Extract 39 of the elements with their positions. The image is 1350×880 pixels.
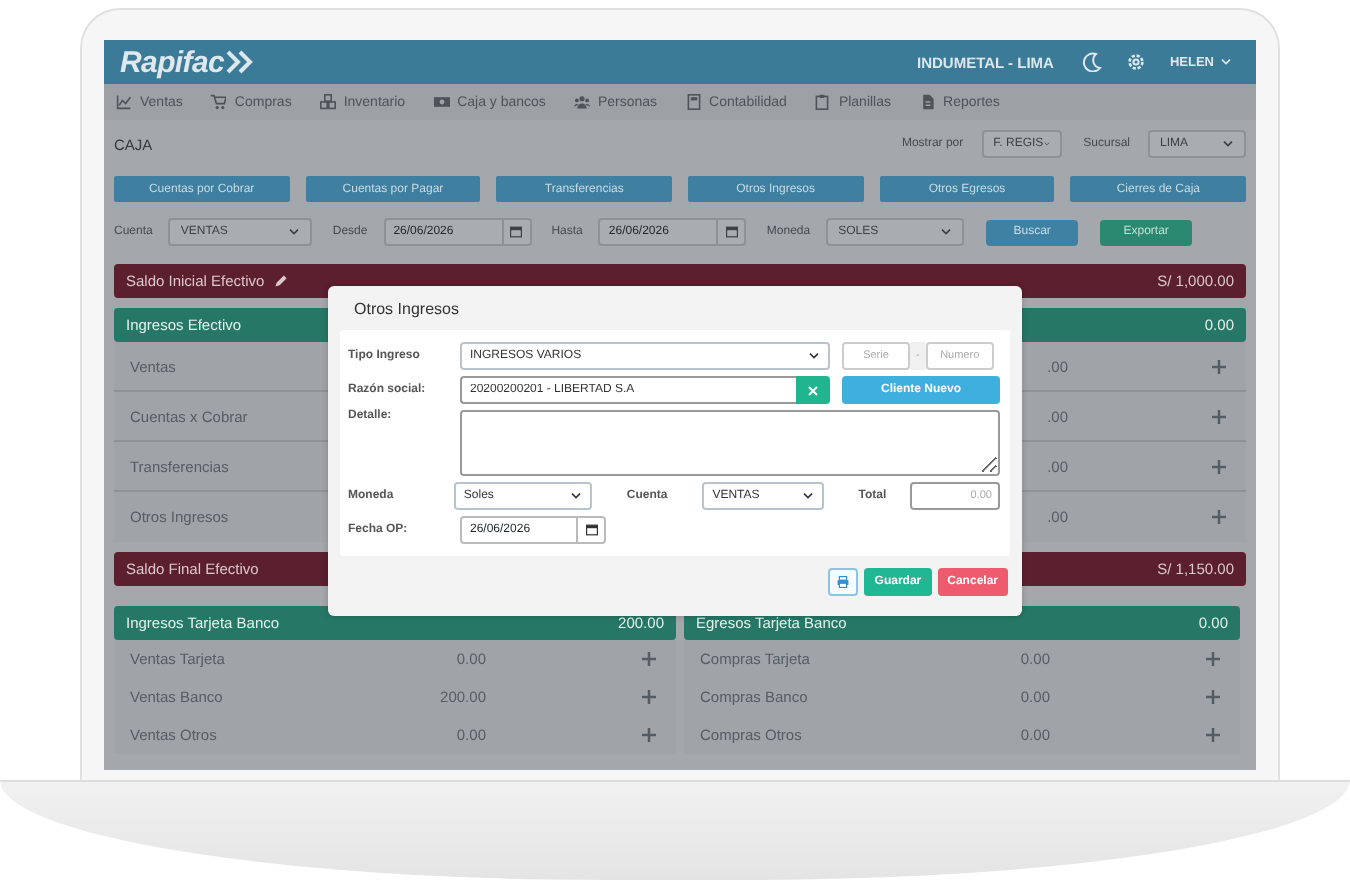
app-logo: Rapifac (120, 45, 225, 79)
modal-title: Otros Ingresos (352, 297, 461, 322)
chevron-icon (802, 492, 815, 500)
calculator-icon (685, 94, 702, 110)
people-icon (573, 94, 590, 110)
plus-icon (1206, 652, 1220, 666)
caret-icon (1220, 58, 1232, 66)
plus-icon (1206, 690, 1220, 704)
cart-icon (210, 94, 227, 110)
boxes-icon (319, 94, 336, 110)
detail-field[interactable] (460, 410, 1000, 476)
double-chevron-icon (226, 50, 255, 74)
calendar-icon (510, 226, 523, 238)
pencil-icon (274, 274, 289, 288)
chevron-icon (570, 492, 583, 500)
chevron-icon (940, 228, 953, 236)
clipboard-icon (814, 94, 831, 110)
chevron-icon (808, 352, 820, 360)
plus-icon (642, 652, 656, 666)
calendar-icon (585, 524, 597, 536)
plus-icon (1206, 728, 1220, 742)
plus-icon (1212, 359, 1226, 373)
banknote-icon (433, 94, 450, 110)
print-button[interactable] (828, 568, 859, 596)
settings-icon (1125, 52, 1146, 72)
plus-icon (1212, 409, 1226, 423)
moon-icon (1081, 52, 1102, 72)
calendar-icon (725, 226, 738, 238)
printer-icon (836, 576, 851, 588)
document-icon (919, 94, 936, 110)
chevron-icon (1222, 140, 1234, 148)
plus-icon (1212, 510, 1226, 524)
chevron-icon (288, 228, 301, 236)
plus-icon (1212, 459, 1226, 473)
calendar-button[interactable] (576, 518, 604, 542)
plus-icon (642, 728, 656, 742)
chart-icon (116, 94, 132, 110)
close-icon (808, 385, 818, 395)
plus-icon (642, 690, 656, 704)
